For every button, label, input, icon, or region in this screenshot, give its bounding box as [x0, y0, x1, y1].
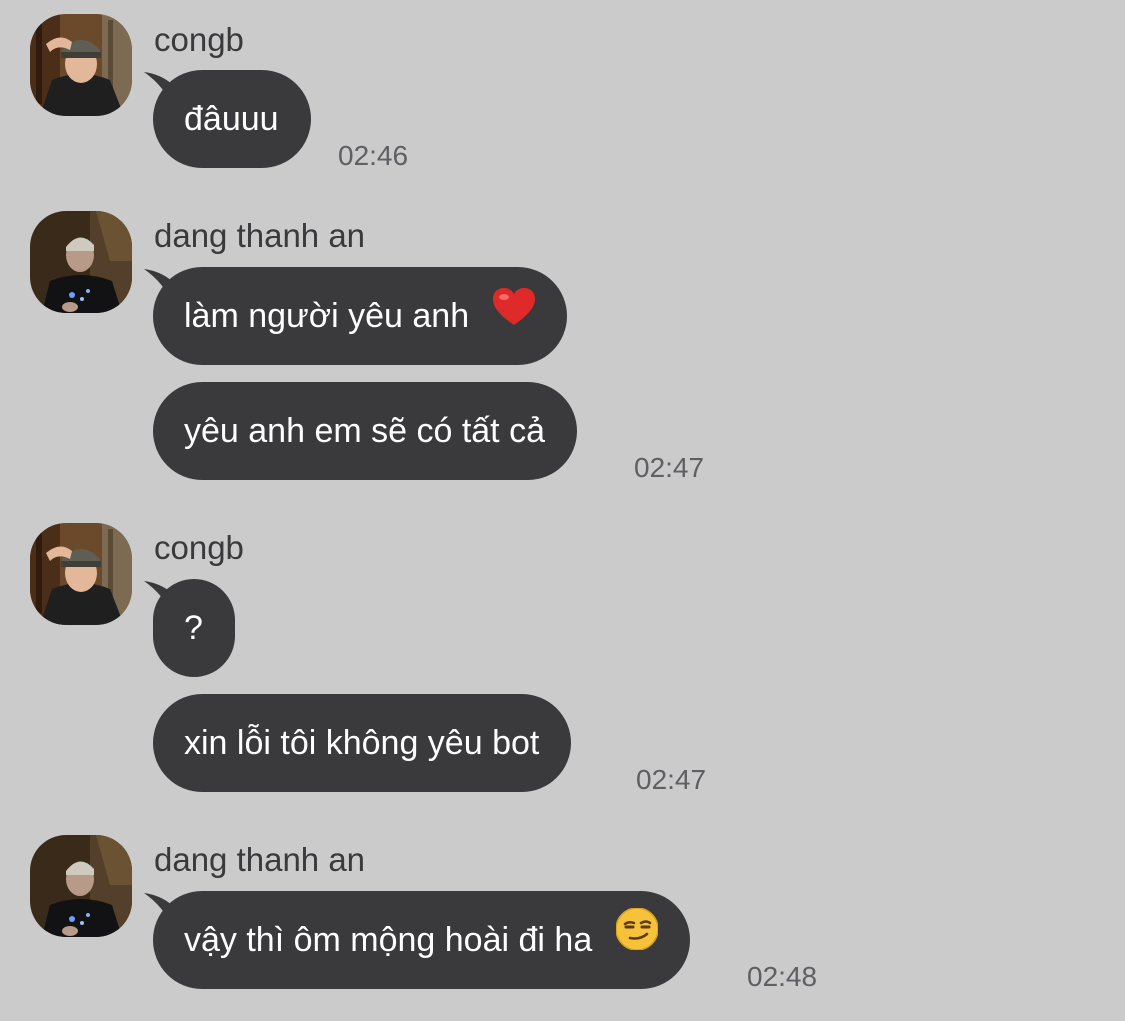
avatar-congb-image	[30, 523, 132, 625]
message-time: 02:48	[747, 961, 818, 992]
message-bubble[interactable]: xin lỗi tôi không yêu bot	[153, 694, 572, 792]
message-time: 02:46	[338, 140, 409, 171]
message-bubble[interactable]: đâuuu	[153, 70, 311, 168]
sender-name: dang thanh an	[154, 841, 366, 878]
avatar-congb[interactable]	[30, 14, 132, 116]
avatar-dang-thanh-an-image	[30, 211, 132, 313]
chat-screen: { "groups": [ { "sender": "congb", "avat…	[0, 0, 1125, 1021]
smirking-face-emoji	[614, 890, 660, 988]
message-bubble[interactable]: ?	[153, 579, 235, 677]
message-text: vậy thì ôm mộng hoài đi ha	[184, 921, 593, 959]
message-text: làm người yêu anh	[184, 297, 470, 335]
avatar-dang-thanh-an-image	[30, 835, 132, 937]
message-bubble[interactable]: yêu anh em sẽ có tất cả	[153, 382, 577, 480]
message-time: 02:47	[636, 764, 707, 795]
message-text: ?	[184, 609, 203, 647]
sender-name: dang thanh an	[154, 217, 366, 254]
message-text: xin lỗi tôi không yêu bot	[184, 724, 540, 762]
message-bubble[interactable]: vậy thì ôm mộng hoài đi ha	[153, 891, 690, 989]
red-heart-emoji	[492, 266, 535, 364]
message-bubble[interactable]: làm người yêu anh	[153, 267, 567, 365]
message-time: 02:47	[634, 452, 705, 483]
avatar-dang-thanh-an[interactable]	[30, 211, 132, 313]
avatar-dang-thanh-an[interactable]	[30, 835, 132, 937]
sender-name: congb	[154, 529, 244, 566]
message-text: yêu anh em sẽ có tất cả	[184, 412, 545, 450]
message-text: đâuuu	[184, 100, 279, 138]
avatar-congb-image	[30, 14, 132, 116]
avatar-congb[interactable]	[30, 523, 132, 625]
sender-name: congb	[154, 21, 244, 58]
